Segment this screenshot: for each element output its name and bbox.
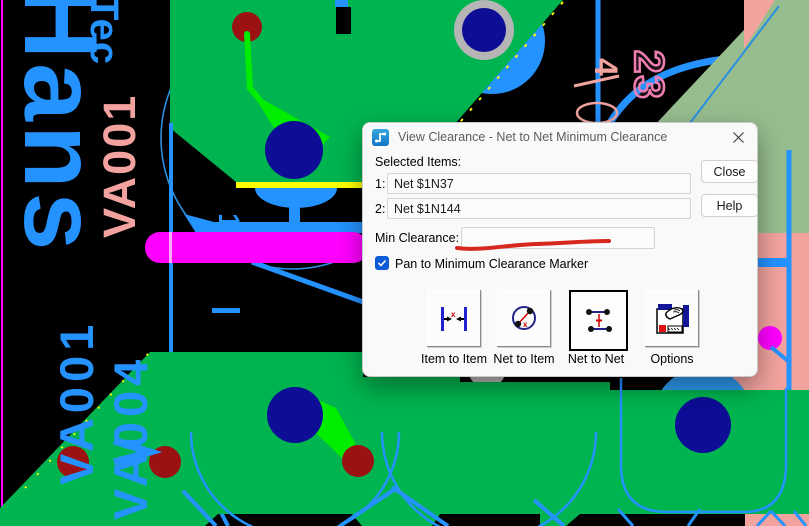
rule-yellow-line bbox=[236, 182, 368, 188]
silkscreen-brand-small: Tec bbox=[84, 0, 124, 65]
silkscreen-digit-1: 1 bbox=[213, 213, 243, 230]
min-clearance-label: Min Clearance: bbox=[375, 231, 459, 245]
dialog-title: View Clearance - Net to Net Minimum Clea… bbox=[398, 130, 667, 144]
pad-gray-ring[interactable] bbox=[454, 0, 514, 60]
net1-field[interactable]: Net $1N37 bbox=[387, 173, 691, 194]
options-label: Options bbox=[627, 352, 717, 366]
pad-navy-bottom-1[interactable] bbox=[267, 387, 323, 443]
clearance-app-icon bbox=[372, 129, 389, 146]
pad-navy-top[interactable] bbox=[265, 121, 323, 179]
svg-text:x: x bbox=[523, 320, 528, 329]
net-to-net-icon bbox=[579, 301, 619, 341]
close-icon[interactable] bbox=[729, 128, 747, 146]
help-button[interactable]: Help bbox=[701, 194, 758, 217]
net-to-net-button[interactable] bbox=[569, 290, 628, 351]
item-to-item-icon: x bbox=[434, 299, 474, 339]
net-to-item-button[interactable]: x bbox=[497, 290, 551, 347]
pad-navy-bottom-2[interactable] bbox=[675, 397, 731, 453]
close-button[interactable]: Close bbox=[701, 160, 758, 183]
row2-index: 2: bbox=[375, 202, 385, 216]
selected-items-label: Selected Items: bbox=[375, 155, 461, 169]
net-to-item-icon: x bbox=[504, 299, 544, 339]
silkscreen-num-23: 23 bbox=[628, 50, 670, 101]
via-magenta bbox=[758, 326, 782, 350]
silkscreen-num-4: 4 bbox=[590, 58, 622, 76]
pan-checkbox-label: Pan to Minimum Clearance Marker bbox=[395, 257, 588, 271]
pcb-editor-viewport: Hans Tec VA001 VA001 VA004 23 4 1 View C… bbox=[0, 0, 809, 526]
item-to-item-button[interactable]: x bbox=[427, 290, 481, 347]
view-clearance-dialog: View Clearance - Net to Net Minimum Clea… bbox=[362, 122, 758, 377]
refdes-va001: VA001 bbox=[53, 320, 100, 485]
dialog-titlebar[interactable]: View Clearance - Net to Net Minimum Clea… bbox=[363, 123, 757, 151]
highlighted-net-magenta[interactable] bbox=[145, 232, 368, 263]
options-icon bbox=[652, 299, 692, 339]
min-clearance-field[interactable] bbox=[461, 227, 655, 249]
silkscreen-pink-va001: VA001 bbox=[97, 94, 142, 238]
svg-text:x: x bbox=[451, 310, 456, 319]
pan-checkbox[interactable] bbox=[375, 256, 389, 270]
refdes-va004: VA004 bbox=[107, 355, 154, 520]
row1-index: 1: bbox=[375, 177, 385, 191]
options-button[interactable] bbox=[645, 290, 699, 347]
net2-field[interactable]: Net $1N144 bbox=[387, 198, 691, 219]
